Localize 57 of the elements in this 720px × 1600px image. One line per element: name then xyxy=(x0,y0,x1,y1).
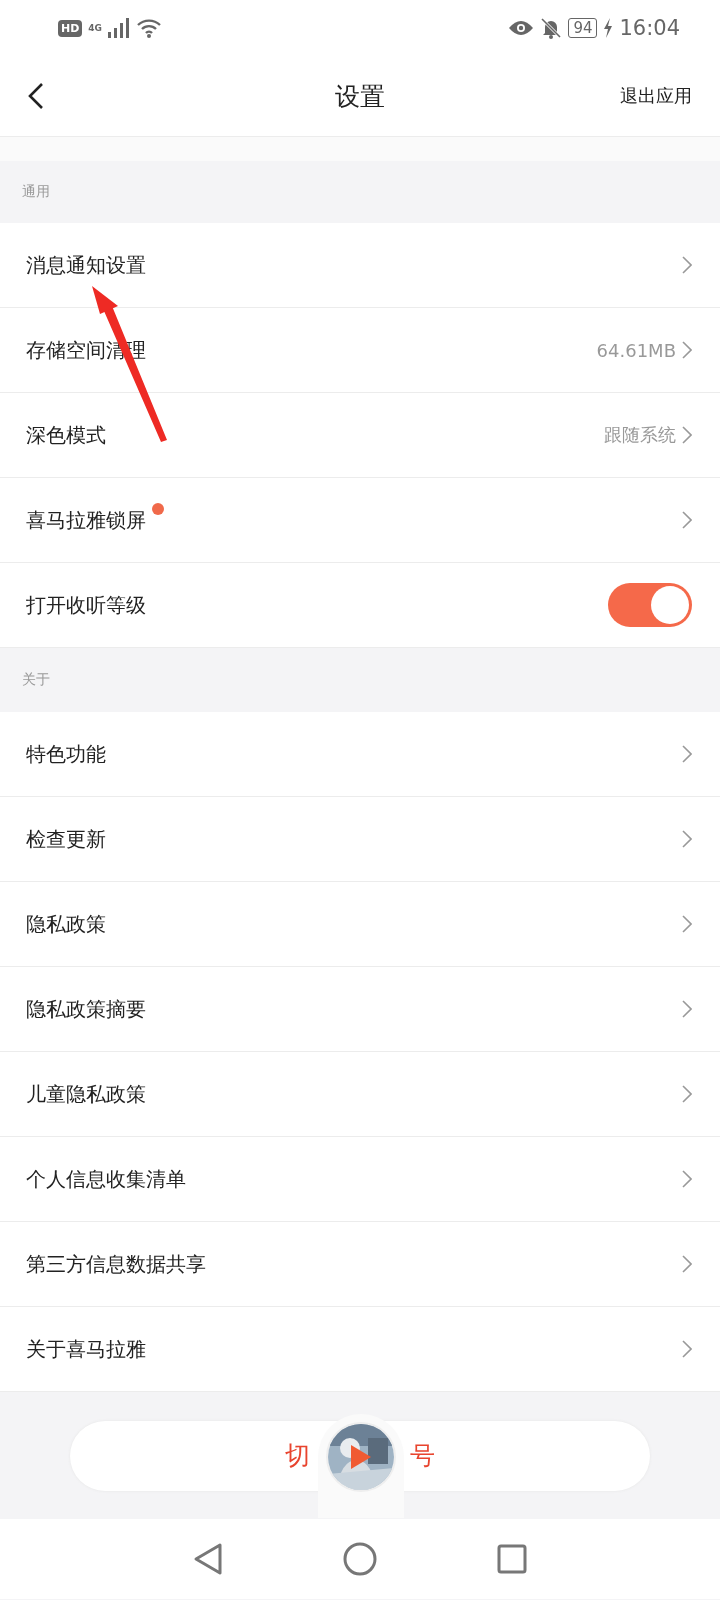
settings-row[interactable]: 喜马拉雅锁屏 xyxy=(0,478,720,563)
page-title: 设置 xyxy=(335,80,385,113)
chevron-right-icon xyxy=(682,341,692,359)
chevron-right-icon xyxy=(682,1000,692,1018)
chevron-right-icon xyxy=(682,256,692,274)
battery-level: 94 xyxy=(568,18,598,38)
settings-row[interactable]: 隐私政策 xyxy=(0,882,720,967)
settings-row[interactable]: 深色模式 跟随系统 xyxy=(0,393,720,478)
settings-row[interactable]: 特色功能 xyxy=(0,712,720,797)
settings-row[interactable]: 消息通知设置 xyxy=(0,223,720,308)
chevron-right-icon xyxy=(682,1085,692,1103)
row-label: 喜马拉雅锁屏 xyxy=(26,506,146,534)
play-icon xyxy=(350,1444,372,1470)
chevron-right-icon xyxy=(682,1255,692,1273)
recents-nav-icon[interactable] xyxy=(497,1544,527,1574)
chevron-right-icon xyxy=(682,1170,692,1188)
back-button[interactable] xyxy=(28,82,44,110)
chevron-right-icon xyxy=(682,745,692,763)
row-label: 深色模式 xyxy=(26,421,106,449)
signal-icon xyxy=(108,18,130,38)
row-value: 64.61MB xyxy=(596,339,676,361)
mini-player[interactable] xyxy=(318,1414,404,1518)
chevron-right-icon xyxy=(682,1340,692,1358)
home-nav-icon[interactable] xyxy=(343,1542,377,1576)
toggle-switch[interactable] xyxy=(608,583,692,627)
chevron-right-icon xyxy=(682,830,692,848)
settings-row[interactable]: 个人信息收集清单 xyxy=(0,1137,720,1222)
row-label: 打开收听等级 xyxy=(26,591,146,619)
row-label: 儿童隐私政策 xyxy=(26,1080,146,1108)
hd-badge: HD xyxy=(58,19,83,37)
chevron-right-icon xyxy=(682,426,692,444)
exit-app-button[interactable]: 退出应用 xyxy=(620,84,692,108)
settings-row[interactable]: 第三方信息数据共享 xyxy=(0,1222,720,1307)
eye-icon xyxy=(508,20,535,36)
row-label: 隐私政策摘要 xyxy=(26,995,146,1023)
wifi-icon xyxy=(136,18,162,38)
row-value: 跟随系统 xyxy=(604,423,676,447)
section-header: 通用 xyxy=(22,183,50,201)
status-time: 16:04 xyxy=(619,16,680,40)
charging-icon xyxy=(603,18,614,38)
back-nav-icon[interactable] xyxy=(193,1542,223,1576)
settings-row[interactable]: 检查更新 xyxy=(0,797,720,882)
row-label: 关于喜马拉雅 xyxy=(26,1335,146,1363)
settings-row[interactable]: 关于喜马拉雅 xyxy=(0,1307,720,1392)
chevron-right-icon xyxy=(682,511,692,529)
network-label: 4G xyxy=(88,23,102,33)
row-label: 消息通知设置 xyxy=(26,251,146,279)
row-label: 第三方信息数据共享 xyxy=(26,1250,206,1278)
row-label: 检查更新 xyxy=(26,825,106,853)
settings-row[interactable]: 儿童隐私政策 xyxy=(0,1052,720,1137)
chevron-right-icon xyxy=(682,915,692,933)
row-label: 隐私政策 xyxy=(26,910,106,938)
row-label: 个人信息收集清单 xyxy=(26,1165,186,1193)
bell-muted-icon xyxy=(540,17,563,39)
row-label: 特色功能 xyxy=(26,740,106,768)
settings-row[interactable]: 隐私政策摘要 xyxy=(0,967,720,1052)
section-header: 关于 xyxy=(22,671,50,689)
